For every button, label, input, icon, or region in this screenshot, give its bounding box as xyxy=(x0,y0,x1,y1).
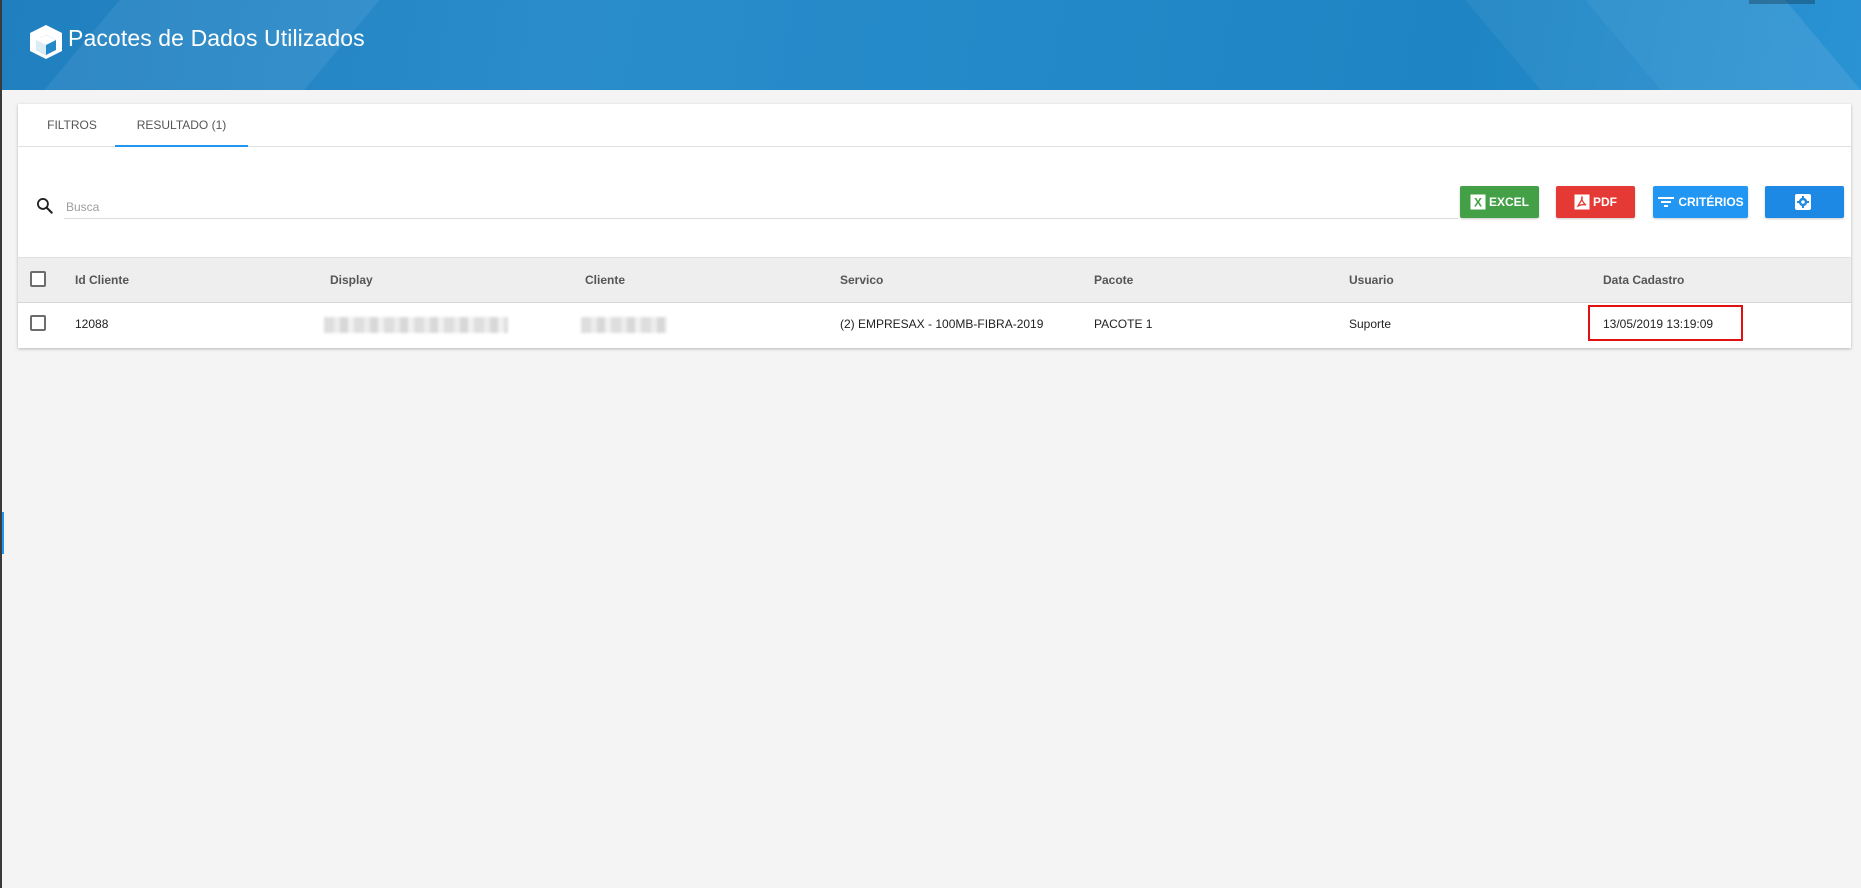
select-all-checkbox[interactable] xyxy=(30,271,46,287)
active-tab-indicator xyxy=(115,145,248,147)
excel-icon: X xyxy=(1470,194,1486,210)
search-input[interactable] xyxy=(64,196,1458,219)
table-header-row: Id Cliente Display Cliente Servico Pacot… xyxy=(18,257,1851,303)
cell-id-cliente: 12088 xyxy=(75,317,109,331)
pdf-label: PDF xyxy=(1593,195,1617,209)
tab-resultado-label: RESULTADO (1) xyxy=(136,118,227,132)
cell-display-redacted xyxy=(324,317,508,333)
pdf-button[interactable]: PDF xyxy=(1556,186,1635,218)
page-title: Pacotes de Dados Utilizados xyxy=(68,25,365,51)
box-icon xyxy=(30,25,62,59)
tab-bar: FILTROS RESULTADO (1) xyxy=(18,104,1851,147)
column-header-servico[interactable]: Servico xyxy=(840,258,883,302)
row-checkbox[interactable] xyxy=(30,315,46,331)
excel-label: EXCEL xyxy=(1488,195,1529,209)
gear-icon xyxy=(1794,193,1812,211)
app-window: Pacotes de Dados Utilizados FILTROS RESU… xyxy=(0,0,1861,888)
column-header-data-cadastro[interactable]: Data Cadastro xyxy=(1603,258,1684,302)
criterios-button[interactable]: CRITÉRIOS xyxy=(1653,186,1748,218)
settings-button[interactable] xyxy=(1765,186,1844,218)
filter-icon xyxy=(1657,195,1675,209)
column-header-id-cliente[interactable]: Id Cliente xyxy=(75,258,129,302)
svg-text:X: X xyxy=(1474,196,1482,210)
page-header: Pacotes de Dados Utilizados xyxy=(2,0,1861,90)
excel-button[interactable]: X EXCEL xyxy=(1460,186,1539,218)
criterios-label: CRITÉRIOS xyxy=(1678,195,1744,209)
results-card: FILTROS RESULTADO (1) X EXCEL xyxy=(18,104,1851,348)
cell-pacote: PACOTE 1 xyxy=(1094,317,1153,331)
tab-filtros[interactable]: FILTROS xyxy=(28,104,116,146)
pdf-icon xyxy=(1574,194,1590,210)
column-header-pacote[interactable]: Pacote xyxy=(1094,258,1133,302)
column-header-cliente[interactable]: Cliente xyxy=(585,258,625,302)
highlight-box xyxy=(1588,305,1743,341)
cell-servico: (2) EMPRESAX - 100MB-FIBRA-2019 xyxy=(840,317,1044,331)
table-row[interactable]: 12088 (2) EMPRESAX - 100MB-FIBRA-2019 PA… xyxy=(18,302,1851,346)
column-header-display[interactable]: Display xyxy=(330,258,373,302)
side-indicator xyxy=(2,512,4,554)
search-icon xyxy=(37,198,53,214)
column-header-usuario[interactable]: Usuario xyxy=(1349,258,1394,302)
cell-cliente-redacted xyxy=(581,317,667,333)
tab-resultado[interactable]: RESULTADO (1) xyxy=(115,104,248,147)
cell-usuario: Suporte xyxy=(1349,317,1392,331)
